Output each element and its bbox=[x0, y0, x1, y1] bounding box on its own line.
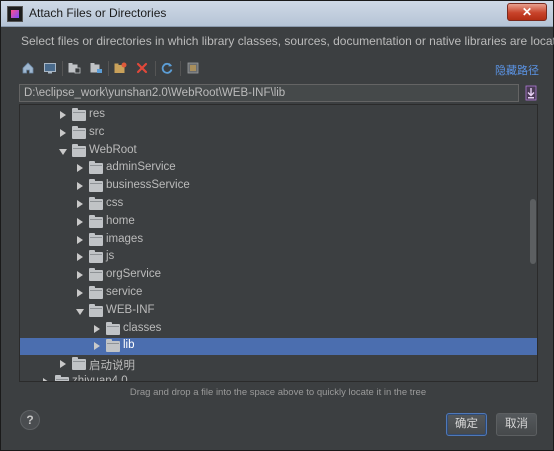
folder-icon bbox=[72, 125, 86, 139]
tree-row-label: src bbox=[89, 125, 105, 138]
delete-icon[interactable] bbox=[133, 59, 151, 77]
tree-row[interactable]: WebRoot bbox=[20, 143, 537, 160]
help-button[interactable]: ? bbox=[20, 410, 40, 430]
folder-icon bbox=[89, 214, 103, 228]
chevron-right-icon[interactable] bbox=[77, 253, 83, 262]
chevron-right-icon[interactable] bbox=[60, 128, 66, 137]
chevron-right-icon[interactable] bbox=[60, 360, 66, 369]
tree-row-label: orgService bbox=[106, 268, 161, 281]
title-bar[interactable]: Attach Files or Directories ✕ bbox=[1, 1, 553, 27]
folder-icon bbox=[89, 161, 103, 175]
tree-row-label: lib bbox=[123, 339, 135, 352]
tree-row[interactable]: service bbox=[20, 285, 537, 302]
tree-row[interactable]: WEB-INF bbox=[20, 303, 537, 320]
folder-icon bbox=[89, 179, 103, 193]
folder-icon bbox=[89, 232, 103, 246]
dialog-title: Attach Files or Directories bbox=[29, 6, 167, 20]
chevron-right-icon[interactable] bbox=[77, 217, 83, 226]
cancel-button[interactable]: 取消 bbox=[496, 413, 537, 436]
folder-icon bbox=[89, 268, 103, 282]
tree-row-label: js bbox=[106, 250, 115, 263]
refresh-icon[interactable] bbox=[158, 59, 176, 77]
folder-icon bbox=[89, 303, 103, 317]
module-icon[interactable] bbox=[87, 59, 105, 77]
attach-files-dialog: Attach Files or Directories ✕ Select fil… bbox=[0, 0, 554, 451]
chevron-right-icon[interactable] bbox=[77, 182, 83, 191]
app-icon bbox=[7, 6, 23, 22]
tree-row[interactable]: zhiyuan4.0 bbox=[20, 374, 537, 382]
tree-row[interactable]: js bbox=[20, 249, 537, 266]
tree-row[interactable]: businessService bbox=[20, 178, 537, 195]
chevron-right-icon[interactable] bbox=[77, 235, 83, 244]
chevron-right-icon[interactable] bbox=[77, 271, 83, 280]
hide-path-link[interactable]: 隐藏路径 bbox=[495, 62, 539, 78]
desktop-icon[interactable] bbox=[41, 59, 59, 77]
folder-icon bbox=[89, 286, 103, 299]
chevron-right-icon[interactable] bbox=[77, 164, 83, 173]
chevron-right-icon[interactable] bbox=[94, 342, 100, 351]
chevron-right-icon[interactable] bbox=[77, 200, 83, 208]
drag-drop-hint: Drag and drop a file into the space abov… bbox=[129, 387, 427, 398]
chevron-down-icon[interactable] bbox=[59, 148, 67, 155]
tree-row-label: res bbox=[89, 108, 105, 120]
chevron-right-icon[interactable] bbox=[43, 378, 49, 381]
tree-row-label: home bbox=[106, 214, 135, 227]
folder-icon bbox=[72, 357, 86, 371]
project-icon[interactable] bbox=[65, 59, 83, 77]
tree-row[interactable]: classes bbox=[20, 321, 537, 338]
tree-row[interactable]: 启动说明 bbox=[20, 356, 537, 373]
toolbar: 隐藏路径 bbox=[19, 59, 539, 79]
download-path-icon[interactable] bbox=[525, 85, 537, 101]
chevron-right-icon[interactable] bbox=[60, 111, 66, 119]
tree-row-label: classes bbox=[123, 321, 162, 334]
tree-row-label: zhiyuan4.0 bbox=[72, 375, 128, 382]
path-input[interactable]: D:\eclipse_work\yunshan2.0\WebRoot\WEB-I… bbox=[19, 84, 519, 102]
tree-row[interactable]: orgService bbox=[20, 267, 537, 284]
new-folder-icon[interactable] bbox=[111, 59, 129, 77]
show-hidden-icon[interactable] bbox=[184, 59, 202, 77]
ok-button[interactable]: 确定 bbox=[446, 413, 487, 436]
chevron-down-icon[interactable] bbox=[76, 308, 84, 315]
home-icon[interactable] bbox=[19, 59, 37, 77]
tree-row[interactable]: images bbox=[20, 232, 537, 249]
folder-icon bbox=[106, 321, 120, 335]
tree-row[interactable]: res bbox=[20, 107, 537, 124]
tree-row-label: WEB-INF bbox=[106, 303, 155, 316]
tree-scrollbar[interactable] bbox=[530, 199, 536, 264]
tree-row-label: businessService bbox=[106, 179, 190, 192]
tree-row-label: 启动说明 bbox=[89, 360, 135, 373]
folder-icon bbox=[72, 143, 86, 157]
tree-row[interactable]: src bbox=[20, 125, 537, 142]
tree-row[interactable]: css bbox=[20, 196, 537, 213]
tree-row-label: images bbox=[106, 232, 144, 245]
tree-row-label: service bbox=[106, 286, 143, 298]
folder-icon bbox=[89, 250, 103, 264]
dialog-description: Select files or directories in which lib… bbox=[21, 34, 554, 48]
close-button[interactable]: ✕ bbox=[507, 3, 547, 21]
tree-row[interactable]: lib bbox=[20, 338, 537, 356]
file-tree[interactable]: res src WebRoot adminService businessService… bbox=[19, 104, 538, 382]
folder-icon bbox=[106, 339, 120, 353]
tree-row[interactable]: home bbox=[20, 214, 537, 231]
tree-row-label: WebRoot bbox=[89, 143, 137, 156]
tree-row-label: adminService bbox=[106, 161, 176, 174]
folder-icon bbox=[72, 108, 86, 121]
chevron-right-icon[interactable] bbox=[94, 324, 100, 333]
tree-row-label: css bbox=[106, 197, 124, 209]
folder-icon bbox=[89, 197, 103, 210]
chevron-right-icon[interactable] bbox=[77, 289, 83, 297]
tree-row[interactable]: adminService bbox=[20, 160, 537, 177]
folder-icon bbox=[55, 375, 69, 381]
